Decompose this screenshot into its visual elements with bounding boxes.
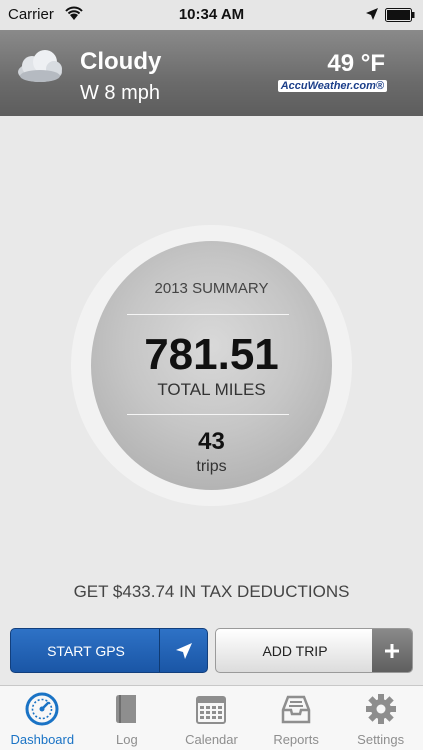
location-arrow-icon — [366, 8, 378, 20]
tab-dashboard[interactable]: Dashboard — [0, 686, 85, 750]
tab-label: Dashboard — [10, 732, 75, 747]
total-miles-label: TOTAL MILES — [157, 380, 266, 399]
tab-bar: Dashboard Log Calendar Reports Settings — [0, 685, 423, 750]
calendar-icon — [196, 696, 227, 724]
total-miles-value: 781.51 — [144, 330, 279, 379]
book-icon — [115, 695, 136, 723]
start-gps-label: START GPS — [47, 642, 125, 659]
summary-divider-bottom — [127, 414, 289, 415]
start-gps-button[interactable]: START GPS — [10, 628, 208, 673]
weather-banner[interactable]: Cloudy W 8 mph 49 °F AccuWeather.com® — [0, 30, 423, 116]
summary-divider-top — [127, 314, 289, 315]
tab-label: Settings — [357, 732, 405, 747]
gear-icon — [365, 694, 396, 724]
tab-label: Log — [116, 732, 138, 747]
inbox-tray-icon — [281, 695, 311, 724]
trips-label: trips — [196, 458, 227, 475]
wind-speed: W 8 mph — [80, 82, 161, 104]
tab-log[interactable]: Log — [85, 686, 170, 750]
tab-calendar[interactable]: Calendar — [169, 686, 254, 750]
add-trip-label: ADD TRIP — [262, 642, 328, 659]
accuweather-logo[interactable]: AccuWeather.com® — [277, 80, 387, 92]
weather-condition: Cloudy — [80, 48, 162, 75]
location-arrow-icon — [159, 629, 207, 672]
trips-count: 43 — [198, 428, 225, 455]
tab-settings[interactable]: Settings — [338, 686, 423, 750]
battery-icon — [385, 8, 415, 22]
status-bar: Carrier 10:34 AM — [0, 0, 423, 30]
tab-label: Reports — [273, 732, 319, 747]
temperature: 49 °F — [327, 50, 385, 77]
tab-label: Calendar — [185, 732, 238, 747]
cloud-icon — [18, 50, 62, 82]
plus-icon — [372, 629, 412, 672]
add-trip-button[interactable]: ADD TRIP — [215, 628, 413, 673]
summary-title: 2013 SUMMARY — [154, 280, 269, 297]
dashboard-gauge-icon — [25, 692, 59, 726]
tab-reports[interactable]: Reports — [254, 686, 339, 750]
tax-deduction-text: GET $433.74 IN TAX DEDUCTIONS — [73, 582, 350, 601]
clock: 10:34 AM — [178, 6, 245, 23]
